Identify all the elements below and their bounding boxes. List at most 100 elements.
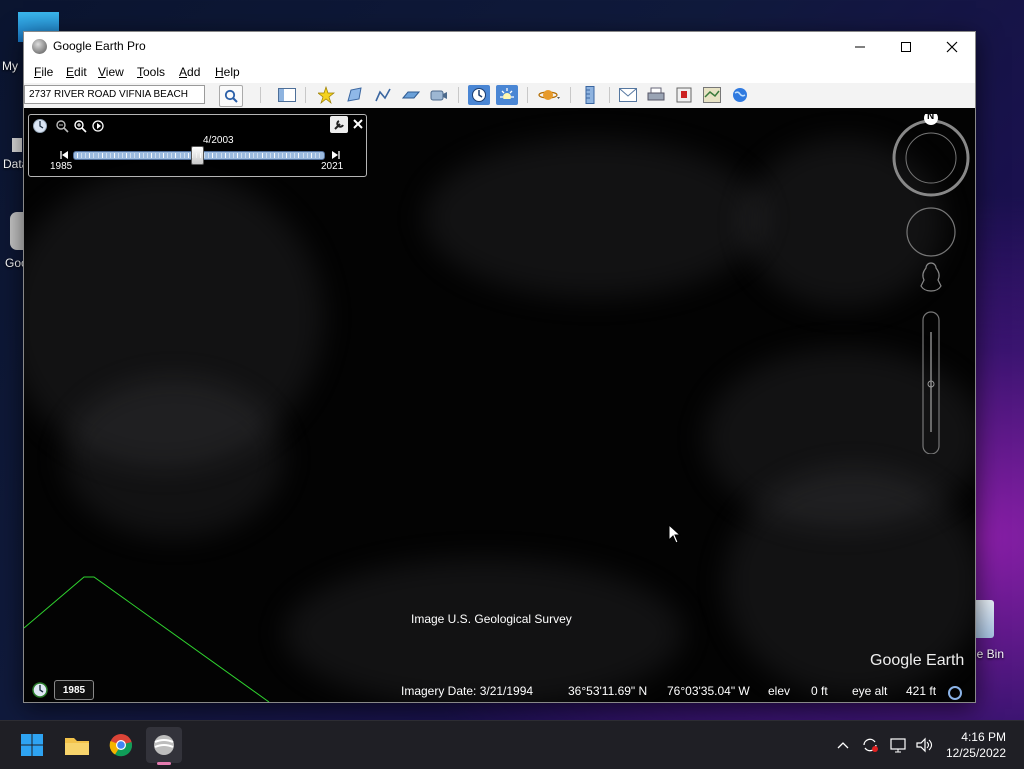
window-title: Google Earth Pro [53, 39, 146, 53]
system-clock[interactable]: 4:16 PM 12/25/2022 [946, 729, 1006, 761]
desktop-icon-google-earth[interactable]: Goo [0, 210, 28, 270]
view-in-google-maps-button[interactable] [701, 85, 723, 105]
start-button[interactable] [14, 727, 50, 763]
file-explorer-button[interactable] [59, 727, 95, 763]
windows-start-icon [21, 734, 43, 756]
time-tick [266, 153, 267, 158]
time-tick [151, 153, 152, 158]
time-tick [221, 153, 222, 158]
time-tick [93, 153, 94, 158]
time-tick [196, 153, 197, 158]
historical-imagery-button[interactable] [468, 85, 490, 105]
zoom-out-time-icon[interactable] [55, 119, 69, 133]
desktop-icon-recycle-bin[interactable]: le Bin [974, 598, 1024, 664]
navigation-controls: N [890, 111, 970, 455]
maximize-button[interactable] [883, 32, 929, 61]
time-tick [171, 153, 172, 158]
mouse-cursor-icon [668, 524, 682, 544]
map-view[interactable]: 4/2003 1985 2021 N Image U.S. Geological… [24, 108, 975, 702]
menu-add[interactable]: Add [179, 65, 200, 79]
sidebar-toggle-icon [278, 88, 296, 102]
time-tick [278, 153, 279, 158]
chrome-button[interactable] [103, 727, 139, 763]
email-button[interactable] [617, 85, 639, 105]
save-image-button[interactable] [673, 85, 695, 105]
time-tick [212, 153, 213, 158]
menu-edit[interactable]: Edit [66, 65, 87, 79]
street-view-pegman-icon[interactable] [920, 262, 942, 292]
image-overlay-icon [402, 91, 420, 99]
look-around-inner[interactable] [905, 132, 957, 184]
time-tick [192, 153, 193, 158]
sync-icon[interactable] [861, 736, 879, 754]
volume-icon[interactable] [915, 736, 933, 754]
sunlight-button[interactable] [496, 85, 518, 105]
time-tick [175, 153, 176, 158]
minimize-button[interactable] [837, 32, 883, 61]
path-icon [375, 88, 391, 102]
toolbar-separator [570, 87, 571, 103]
time-tick [307, 153, 308, 158]
search-input[interactable]: 2737 RIVER ROAD VIFNIA BEACH [24, 85, 205, 104]
sidebar-toggle-button[interactable] [276, 85, 298, 105]
earth-gallery-button[interactable] [729, 85, 751, 105]
zoom-in-time-icon[interactable] [73, 119, 87, 133]
planet-icon [538, 90, 560, 100]
clock-icon[interactable] [32, 118, 48, 134]
time-tick [188, 153, 189, 158]
time-tick [102, 153, 103, 158]
time-tick [184, 153, 185, 158]
north-label: N [927, 111, 935, 122]
desktop-icon-data[interactable]: Data [0, 112, 28, 172]
toolbar-separator [260, 87, 261, 103]
time-tick [208, 153, 209, 158]
time-tick [118, 153, 119, 158]
move-joystick[interactable] [906, 207, 956, 257]
close-icon [353, 119, 363, 129]
time-tick [122, 153, 123, 158]
step-back-icon[interactable] [59, 150, 69, 160]
sunlight-icon [498, 88, 516, 103]
taskbar: 4:16 PM 12/25/2022 [0, 720, 1024, 769]
google-earth-taskbar-button[interactable] [146, 727, 182, 765]
google-earth-watermark: Google Earth [870, 652, 965, 669]
menu-tools[interactable]: Tools [137, 65, 165, 79]
polygon-icon [347, 87, 362, 102]
settings-button[interactable] [330, 116, 348, 133]
time-tick [204, 153, 205, 158]
play-animation-icon[interactable] [91, 119, 105, 133]
menu-file[interactable]: File [34, 65, 53, 79]
time-tick [233, 153, 234, 158]
end-year-label: 2021 [321, 161, 344, 172]
ruler-button[interactable] [579, 85, 601, 105]
imagery-attribution: Image U.S. Geological Survey [411, 612, 572, 626]
menu-help[interactable]: Help [215, 65, 240, 79]
add-image-overlay-button[interactable] [400, 85, 422, 105]
print-button[interactable] [645, 85, 667, 105]
search-button[interactable] [219, 85, 243, 107]
network-icon[interactable] [889, 736, 907, 754]
add-path-button[interactable] [372, 85, 394, 105]
add-placemark-button[interactable] [316, 85, 338, 105]
time-tick [89, 153, 90, 158]
look-around-ring[interactable] [892, 119, 970, 197]
menu-bar: File Edit View Tools Add Help [24, 61, 975, 83]
record-tour-icon [430, 90, 447, 101]
close-button[interactable] [929, 32, 975, 61]
time-tick [134, 153, 135, 158]
time-tick [163, 153, 164, 158]
step-forward-icon[interactable] [331, 150, 341, 160]
slider-close-button[interactable] [351, 117, 365, 131]
time-tick [257, 153, 258, 158]
record-tour-button[interactable] [428, 85, 450, 105]
time-tick [110, 153, 111, 158]
time-tick [143, 153, 144, 158]
title-bar[interactable]: Google Earth Pro [24, 32, 975, 61]
menu-view[interactable]: View [98, 65, 124, 79]
time-tick [270, 153, 271, 158]
switch-planet-button[interactable] [537, 85, 563, 105]
view-in-maps-icon [703, 87, 721, 103]
time-tick [139, 153, 140, 158]
add-polygon-button[interactable] [344, 85, 366, 105]
chevron-up-icon[interactable] [835, 737, 851, 753]
